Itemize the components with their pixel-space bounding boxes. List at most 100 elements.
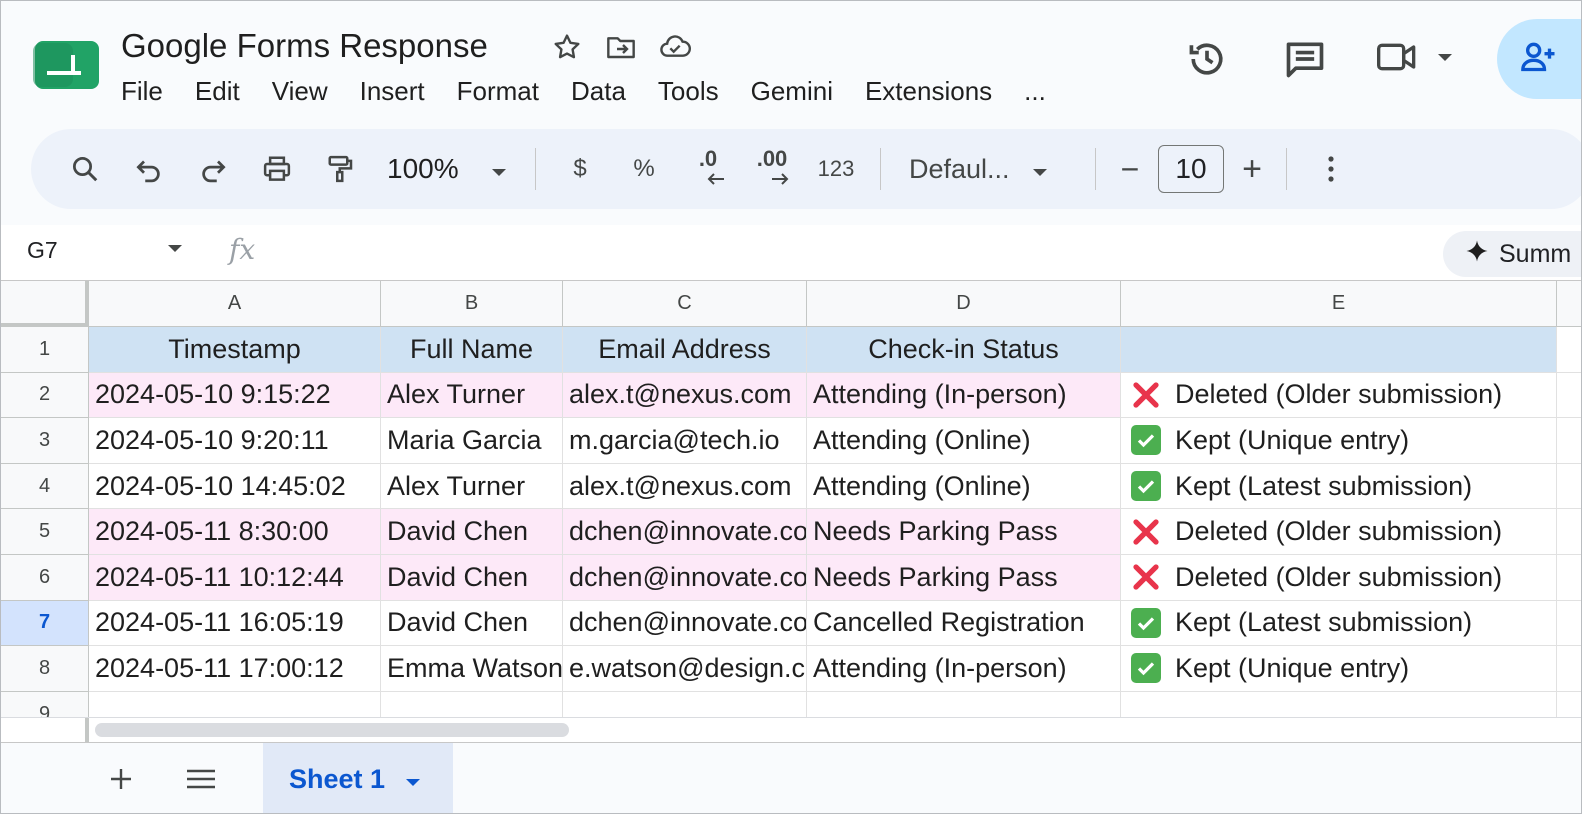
menu-extensions[interactable]: Extensions: [849, 73, 1008, 109]
paint-format-icon[interactable]: [309, 141, 373, 197]
table-cell[interactable]: Attending (Online): [807, 463, 1121, 510]
decrease-font-size-button[interactable]: −: [1108, 141, 1152, 197]
table-cell[interactable]: [89, 691, 381, 717]
table-cell[interactable]: Deleted (Older submission): [1121, 372, 1557, 419]
font-size-input[interactable]: 10: [1158, 145, 1224, 193]
table-cell[interactable]: Emma Watson: [381, 646, 563, 692]
column-header-e[interactable]: E: [1121, 281, 1557, 327]
table-cell[interactable]: 2024-05-10 9:20:11: [89, 418, 381, 464]
row-header-1[interactable]: 1: [1, 327, 89, 373]
chevron-down-icon[interactable]: [405, 764, 421, 795]
document-title[interactable]: Google Forms Response: [121, 27, 488, 65]
header-cell[interactable]: Timestamp: [89, 327, 381, 373]
table-cell[interactable]: dchen@innovate.co: [563, 600, 807, 647]
menu-gemini[interactable]: Gemini: [735, 73, 849, 109]
percent-format-button[interactable]: %: [612, 141, 676, 197]
header-cell[interactable]: [1121, 327, 1557, 373]
table-cell[interactable]: [807, 691, 1121, 717]
decrease-decimal-button[interactable]: .0: [676, 141, 740, 197]
scrollbar-thumb[interactable]: [95, 723, 569, 737]
table-cell[interactable]: Cancelled Registration: [807, 600, 1121, 647]
column-header-b[interactable]: B: [381, 281, 563, 327]
table-cell[interactable]: 2024-05-10 14:45:02: [89, 463, 381, 510]
table-cell[interactable]: [381, 691, 563, 717]
table-cell[interactable]: David Chen: [381, 600, 563, 647]
menu-more[interactable]: ...: [1008, 73, 1062, 109]
table-cell[interactable]: 2024-05-11 8:30:00: [89, 509, 381, 555]
menu-data[interactable]: Data: [555, 73, 642, 109]
menu-view[interactable]: View: [256, 73, 344, 109]
increase-font-size-button[interactable]: +: [1230, 141, 1274, 197]
font-select[interactable]: Defaul...: [893, 141, 1083, 197]
table-cell[interactable]: [563, 691, 807, 717]
chevron-down-icon[interactable]: [167, 241, 183, 259]
menu-format[interactable]: Format: [441, 73, 555, 109]
table-cell[interactable]: dchen@innovate.co: [563, 509, 807, 555]
table-cell[interactable]: David Chen: [381, 509, 563, 555]
share-button[interactable]: [1497, 19, 1581, 99]
select-all-corner[interactable]: [1, 281, 89, 327]
table-cell[interactable]: m.garcia@tech.io: [563, 418, 807, 464]
row-header-2[interactable]: 2: [1, 372, 89, 419]
search-menus-icon[interactable]: [53, 141, 117, 197]
all-sheets-icon[interactable]: [183, 761, 219, 797]
table-cell[interactable]: Attending (In-person): [807, 646, 1121, 692]
table-cell[interactable]: 2024-05-11 17:00:12: [89, 646, 381, 692]
increase-decimal-button[interactable]: .00: [740, 141, 804, 197]
table-cell[interactable]: 2024-05-10 9:15:22: [89, 372, 381, 419]
print-icon[interactable]: [245, 141, 309, 197]
table-cell[interactable]: Needs Parking Pass: [807, 509, 1121, 555]
sheets-logo-icon[interactable]: [33, 41, 99, 89]
table-cell[interactable]: Kept (Latest submission): [1121, 463, 1557, 510]
row-header-6[interactable]: 6: [1, 555, 89, 601]
menu-tools[interactable]: Tools: [642, 73, 735, 109]
add-sheet-icon[interactable]: [105, 761, 137, 797]
menu-insert[interactable]: Insert: [344, 73, 441, 109]
table-cell[interactable]: dchen@innovate.co: [563, 555, 807, 601]
table-cell[interactable]: 2024-05-11 16:05:19: [89, 600, 381, 647]
name-box[interactable]: G7: [27, 237, 58, 264]
comments-icon[interactable]: [1275, 19, 1335, 99]
table-cell[interactable]: Needs Parking Pass: [807, 555, 1121, 601]
table-cell[interactable]: alex.t@nexus.com: [563, 372, 807, 419]
table-cell[interactable]: Attending (Online): [807, 418, 1121, 464]
horizontal-scrollbar[interactable]: [1, 717, 1581, 743]
currency-format-button[interactable]: $: [548, 141, 612, 197]
table-cell[interactable]: 2024-05-11 10:12:44: [89, 555, 381, 601]
row-header-7[interactable]: 7: [1, 600, 89, 647]
header-cell[interactable]: Email Address: [563, 327, 807, 373]
table-cell[interactable]: alex.t@nexus.com: [563, 463, 807, 510]
move-folder-icon[interactable]: [603, 29, 639, 65]
row-header-8[interactable]: 8: [1, 646, 89, 692]
table-cell[interactable]: David Chen: [381, 555, 563, 601]
menu-file[interactable]: File: [105, 73, 179, 109]
table-cell[interactable]: Alex Turner: [381, 463, 563, 510]
summarize-button[interactable]: Summ: [1443, 231, 1581, 277]
sheet-tab-sheet1[interactable]: Sheet 1: [263, 743, 453, 813]
row-header-4[interactable]: 4: [1, 463, 89, 510]
row-header-9[interactable]: 9: [1, 691, 89, 717]
version-history-icon[interactable]: [1177, 19, 1237, 99]
column-header-c[interactable]: C: [563, 281, 807, 327]
table-cell[interactable]: Alex Turner: [381, 372, 563, 419]
redo-icon[interactable]: [181, 141, 245, 197]
row-header-5[interactable]: 5: [1, 509, 89, 555]
table-cell[interactable]: Kept (Unique entry): [1121, 418, 1557, 464]
table-cell[interactable]: Deleted (Older submission): [1121, 555, 1557, 601]
meet-button[interactable]: [1373, 37, 1473, 82]
table-cell[interactable]: [1121, 691, 1557, 717]
more-formats-button[interactable]: 123: [804, 141, 868, 197]
table-cell[interactable]: Attending (In-person): [807, 372, 1121, 419]
more-vert-icon[interactable]: [1299, 141, 1363, 197]
row-header-3[interactable]: 3: [1, 418, 89, 464]
table-cell[interactable]: Deleted (Older submission): [1121, 509, 1557, 555]
cloud-saved-icon[interactable]: [657, 29, 693, 65]
star-icon[interactable]: [549, 29, 585, 65]
table-cell[interactable]: Kept (Unique entry): [1121, 646, 1557, 692]
column-header-a[interactable]: A: [89, 281, 381, 327]
table-cell[interactable]: Kept (Latest submission): [1121, 600, 1557, 647]
zoom-select[interactable]: 100%: [373, 141, 523, 197]
column-header-d[interactable]: D: [807, 281, 1121, 327]
table-cell[interactable]: e.watson@design.co: [563, 646, 807, 692]
undo-icon[interactable]: [117, 141, 181, 197]
